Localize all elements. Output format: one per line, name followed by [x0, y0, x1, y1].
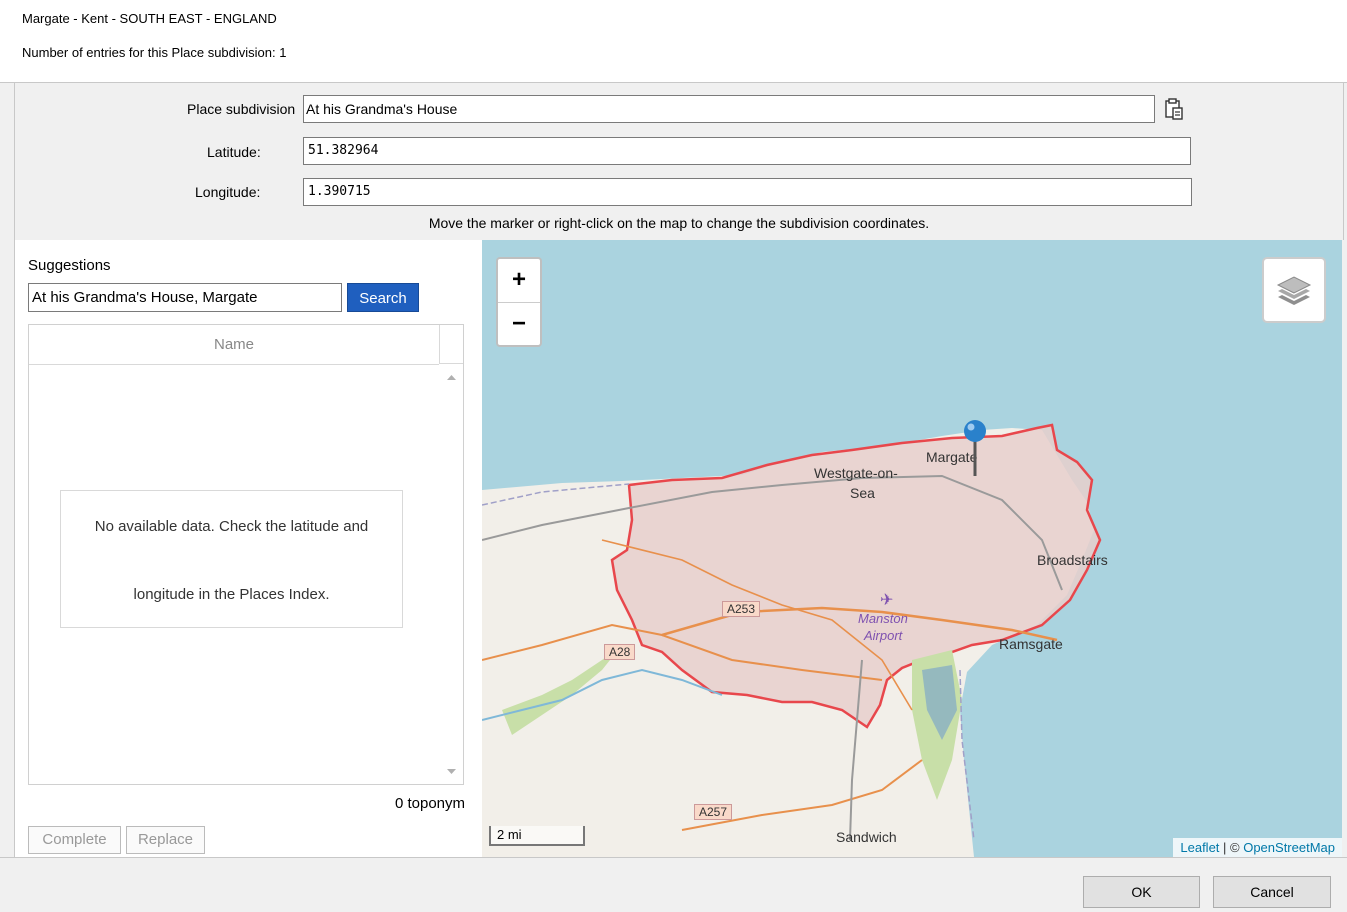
place-info-header: Margate - Kent - SOUTH EAST - ENGLAND Nu… [0, 0, 1347, 83]
label-broadstairs: Broadstairs [1037, 552, 1108, 568]
zoom-out-button[interactable]: − [498, 303, 540, 346]
replace-button[interactable]: Replace [126, 826, 205, 854]
map-marker-icon[interactable] [962, 418, 988, 480]
entries-count: Number of entries for this Place subdivi… [22, 45, 287, 60]
dialog-button-bar: OK Cancel [0, 857, 1347, 912]
map-attribution: Leaflet | © OpenStreetMap [1173, 838, 1342, 857]
label-ramsgate: Ramsgate [999, 636, 1063, 652]
attribution-separator: | © [1219, 840, 1244, 855]
road-label-a253: A253 [722, 601, 761, 617]
vertical-scrollbar[interactable] [440, 365, 463, 784]
complete-button[interactable]: Complete [28, 826, 121, 854]
scroll-up-icon [447, 375, 456, 380]
cancel-button[interactable]: Cancel [1213, 876, 1331, 908]
empty-message-line2: longitude in the Places Index. [133, 586, 330, 603]
layers-icon [1276, 276, 1312, 305]
toponym-count: 0 toponym [394, 795, 465, 812]
map-hint: Move the marker or right-click on the ma… [428, 215, 930, 231]
label-sandwich: Sandwich [836, 829, 897, 845]
label-westgate-2: Sea [850, 485, 875, 501]
suggestions-panel: Suggestions At his Grandma's House, Marg… [14, 240, 483, 857]
road-label-a28: A28 [604, 644, 636, 660]
scroll-down-icon [447, 769, 456, 774]
map-tiles [482, 423, 1102, 857]
road-label-a257: A257 [694, 804, 733, 820]
subdivision-input[interactable]: At his Grandma's House [303, 95, 1155, 123]
ok-button[interactable]: OK [1083, 876, 1200, 908]
longitude-input[interactable]: 1.390715 [303, 178, 1192, 206]
subdivision-form: Place subdivision At his Grandma's House… [14, 83, 1344, 240]
column-header-name[interactable]: Name [29, 325, 439, 365]
label-westgate-1: Westgate-on- [814, 465, 898, 481]
label-manston-2: Airport [864, 628, 903, 643]
zoom-in-button[interactable]: + [498, 259, 540, 303]
empty-message-line1: No available data. Check the latitude an… [94, 518, 369, 535]
airport-icon: ✈ [880, 592, 894, 609]
suggestions-table: Name No available data. Check the latitu… [28, 324, 464, 785]
header-filler [439, 325, 463, 364]
latitude-label: Latitude: [207, 144, 261, 160]
openstreetmap-link[interactable]: OpenStreetMap [1243, 840, 1335, 855]
zoom-control: + − [496, 257, 542, 347]
suggestions-search-input[interactable]: At his Grandma's House, Margate [28, 283, 342, 312]
suggestions-label: Suggestions [28, 257, 111, 274]
longitude-label: Longitude: [195, 184, 261, 200]
subdivision-label: Place subdivision [187, 101, 296, 117]
empty-message: No available data. Check the latitude an… [60, 490, 403, 628]
map-view[interactable]: Margate Westgate-on- Sea Broadstairs Man… [482, 240, 1342, 857]
label-manston-1: Manston [858, 611, 908, 626]
clipboard-paste-icon[interactable] [1163, 97, 1185, 121]
latitude-input[interactable]: 51.382964 [303, 137, 1191, 165]
layers-button[interactable] [1262, 257, 1326, 323]
place-title: Margate - Kent - SOUTH EAST - ENGLAND [22, 11, 277, 26]
leaflet-link[interactable]: Leaflet [1180, 840, 1219, 855]
scale-bar: 2 mi [489, 826, 585, 846]
search-button[interactable]: Search [347, 283, 419, 312]
